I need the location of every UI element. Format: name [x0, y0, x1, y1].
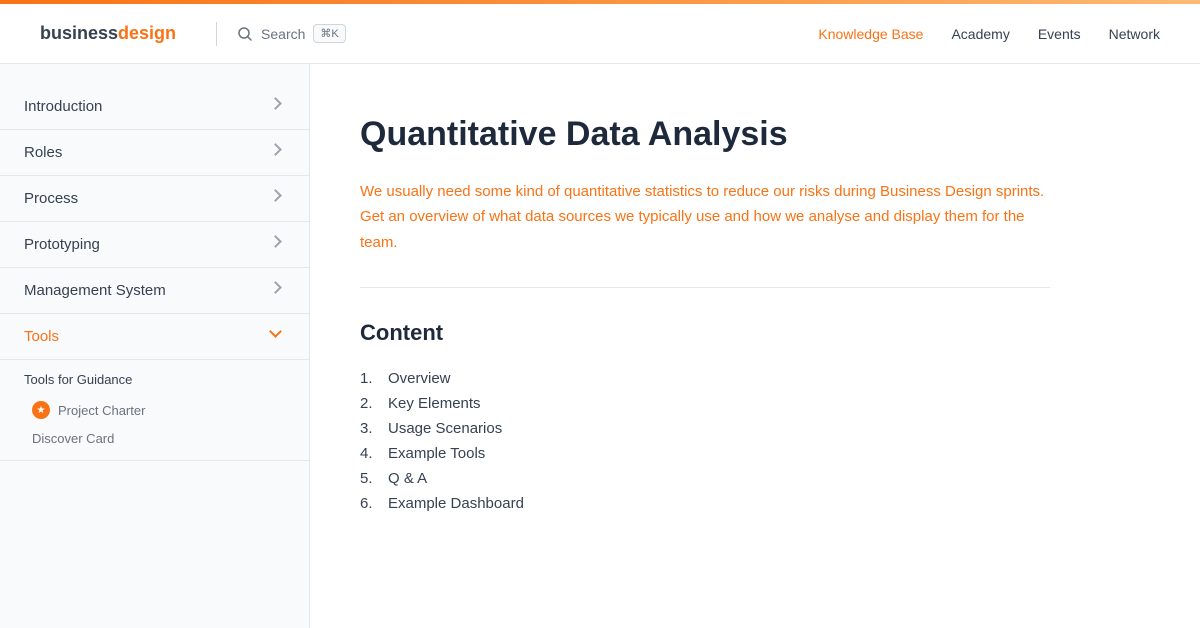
list-item: 6. Example Dashboard	[360, 491, 1050, 516]
search-icon	[237, 26, 253, 42]
search-label: Search	[261, 26, 305, 42]
list-text: Key Elements	[388, 395, 481, 412]
list-text: Usage Scenarios	[388, 420, 502, 437]
main-nav: Knowledge Base Academy Events Network	[818, 26, 1160, 42]
list-item: 2. Key Elements	[360, 391, 1050, 416]
list-text: Q & A	[388, 470, 427, 487]
list-num: 4.	[360, 445, 380, 462]
chevron-right-icon	[269, 191, 285, 207]
sidebar-sub-item-project-charter[interactable]: ★ Project Charter	[0, 395, 309, 425]
main-content: Quantitative Data Analysis We usually ne…	[310, 64, 1110, 628]
logo-design: design	[118, 23, 176, 44]
list-item: 1. Overview	[360, 366, 1050, 391]
list-num: 5.	[360, 470, 380, 487]
list-text: Example Dashboard	[388, 495, 524, 512]
sidebar-item-introduction[interactable]: Introduction	[0, 84, 309, 130]
page-title: Quantitative Data Analysis	[360, 114, 1050, 155]
star-icon: ★	[32, 401, 50, 419]
chevron-down-icon	[269, 329, 285, 345]
page-layout: Introduction Roles Process Prototyping M…	[0, 64, 1200, 628]
list-text: Overview	[388, 370, 451, 387]
chevron-right-icon	[269, 237, 285, 253]
sidebar-item-management-system[interactable]: Management System	[0, 268, 309, 314]
chevron-right-icon	[269, 283, 285, 299]
list-num: 2.	[360, 395, 380, 412]
search-kbd: ⌘K	[313, 24, 345, 43]
search-bar[interactable]: Search ⌘K	[237, 24, 346, 43]
sidebar-tools-submenu: Tools for Guidance ★ Project Charter Dis…	[0, 360, 309, 461]
chevron-right-icon	[269, 99, 285, 115]
sidebar-sub-item-discover-card[interactable]: Discover Card	[0, 425, 309, 452]
nav-events[interactable]: Events	[1038, 26, 1081, 42]
sidebar-item-prototyping[interactable]: Prototyping	[0, 222, 309, 268]
nav-knowledge-base[interactable]: Knowledge Base	[818, 26, 923, 42]
content-divider	[360, 287, 1050, 288]
list-num: 6.	[360, 495, 380, 512]
intro-text: We usually need some kind of quantitativ…	[360, 179, 1050, 256]
sidebar: Introduction Roles Process Prototyping M…	[0, 64, 310, 628]
logo-business: business	[40, 23, 118, 44]
content-list: 1. Overview 2. Key Elements 3. Usage Scenar…	[360, 366, 1050, 516]
logo[interactable]: business design	[40, 23, 176, 44]
tools-group-label: Tools for Guidance	[0, 360, 309, 395]
sidebar-item-tools[interactable]: Tools	[0, 314, 309, 360]
main-header: business design Search ⌘K Knowledge Base…	[0, 4, 1200, 64]
list-num: 3.	[360, 420, 380, 437]
list-item: 5. Q & A	[360, 466, 1050, 491]
list-item: 4. Example Tools	[360, 441, 1050, 466]
list-item: 3. Usage Scenarios	[360, 416, 1050, 441]
list-num: 1.	[360, 370, 380, 387]
nav-academy[interactable]: Academy	[951, 26, 1009, 42]
sidebar-item-process[interactable]: Process	[0, 176, 309, 222]
nav-network[interactable]: Network	[1109, 26, 1160, 42]
search-kbd-symbol: ⌘K	[320, 27, 338, 40]
chevron-right-icon	[269, 145, 285, 161]
list-text: Example Tools	[388, 445, 485, 462]
sidebar-item-roles[interactable]: Roles	[0, 130, 309, 176]
header-divider	[216, 22, 217, 46]
content-heading: Content	[360, 320, 1050, 346]
